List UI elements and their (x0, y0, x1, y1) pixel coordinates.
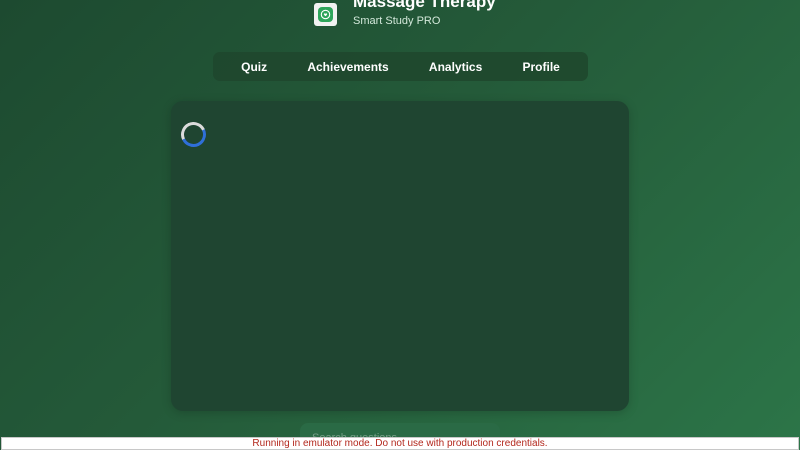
hands-heart-icon (320, 9, 331, 19)
tab-quiz[interactable]: Quiz (233, 56, 275, 78)
emulator-warning-banner: Running in emulator mode. Do not use wit… (1, 437, 799, 450)
tab-achievements[interactable]: Achievements (299, 56, 396, 78)
tab-profile[interactable]: Profile (515, 56, 568, 78)
emulator-warning-text: Running in emulator mode. Do not use wit… (252, 438, 548, 449)
main-nav: Quiz Achievements Analytics Profile (213, 52, 588, 81)
tab-analytics[interactable]: Analytics (421, 56, 490, 78)
app-header: Massage Therapy Smart Study PRO (314, 0, 496, 28)
loading-spinner-icon (177, 118, 210, 151)
app-logo-icon (314, 2, 337, 26)
content-card (171, 101, 629, 411)
app-subtitle: Smart Study PRO (353, 15, 441, 27)
app-title: Massage Therapy (353, 0, 496, 11)
